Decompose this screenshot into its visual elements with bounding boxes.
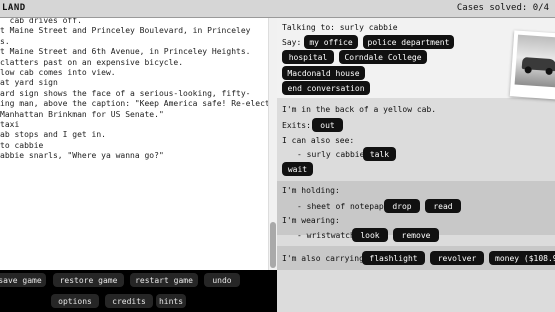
transcript-line: ab stops and I get in. — [0, 130, 106, 140]
cases-solved-counter: Cases solved: 0/4 — [456, 3, 549, 13]
conversation-panel: Talking to: surly cabbie Say: my office … — [277, 18, 555, 100]
wait-button[interactable]: wait — [282, 162, 313, 176]
talking-to-label: Talking to: surly cabbie — [282, 23, 398, 32]
undo-button[interactable]: undo — [204, 273, 240, 287]
transcript-line: ing man, above the caption: "Keep Americ… — [0, 99, 268, 109]
restore-game-button[interactable]: restore game — [53, 273, 124, 287]
game-menu-bar: save game restore game restart game undo… — [0, 270, 277, 312]
talk-button[interactable]: talk — [363, 147, 396, 161]
transcript-line: at yard sign — [0, 78, 58, 88]
read-button[interactable]: read — [425, 199, 461, 213]
game-title: LAND — [2, 3, 26, 13]
can-see-label: I can also see: — [282, 136, 355, 145]
cab-photo — [509, 30, 555, 100]
topic-police-department-button[interactable]: police department — [363, 35, 454, 49]
transcript-line: low cab comes into view. — [0, 68, 116, 78]
carried-item-flashlight[interactable]: flashlight — [362, 251, 425, 265]
credits-button[interactable]: credits — [105, 294, 153, 308]
carried-item-money[interactable]: money ($108.90) — [489, 251, 555, 265]
carrying-label: I'm also carrying: — [282, 254, 369, 263]
hints-button[interactable]: hints — [156, 294, 186, 308]
holding-label: I'm holding: — [282, 186, 340, 195]
worn-item: - wristwatch — [297, 231, 355, 240]
topic-hospital-button[interactable]: hospital — [282, 50, 334, 64]
end-conversation-button[interactable]: end conversation — [282, 81, 370, 95]
topic-macdonald-house-button[interactable]: Macdonald house — [282, 66, 365, 80]
visible-character: - surly cabbie — [297, 150, 365, 159]
remove-button[interactable]: remove — [393, 228, 439, 242]
save-game-button[interactable]: save game — [0, 273, 46, 287]
say-label: Say: — [282, 38, 302, 47]
story-transcript: cab drives off. t Maine Street and Princ… — [0, 18, 268, 270]
exits-label: Exits: — [282, 121, 311, 130]
options-button[interactable]: options — [51, 294, 99, 308]
transcript-line: ard sign shows the face of a serious-loo… — [0, 88, 251, 98]
transcript-scrollbar[interactable] — [268, 18, 277, 270]
location-description: I'm in the back of a yellow cab. — [282, 105, 437, 114]
held-item: - sheet of notepaper — [297, 202, 394, 211]
topic-corndale-college-button[interactable]: Corndale College — [339, 50, 427, 64]
transcript-line: to cabbie — [0, 140, 44, 150]
title-bar: LAND Cases solved: 0/4 — [0, 0, 555, 18]
transcript-line: cab drives off. — [0, 18, 82, 25]
transcript-line: t Maine Street and Princeley Boulevard, … — [0, 26, 251, 36]
status-panel: Talking to: surly cabbie Say: my office … — [277, 18, 555, 312]
transcript-line: abbie snarls, "Where ya wanna go?" — [0, 151, 164, 161]
look-button[interactable]: look — [352, 228, 388, 242]
scrollbar-thumb[interactable] — [270, 222, 276, 268]
transcript-line: t Maine Street and 6th Avenue, in Prince… — [0, 47, 251, 57]
transcript-line: clatters past on an expensive bicycle. — [0, 57, 184, 67]
carried-item-revolver[interactable]: revolver — [430, 251, 484, 265]
wearing-label: I'm wearing: — [282, 216, 340, 225]
topic-my-office-button[interactable]: my office — [304, 35, 358, 49]
exit-out-button[interactable]: out — [312, 118, 343, 132]
restart-game-button[interactable]: restart game — [130, 273, 198, 287]
vintage-car-image — [514, 34, 555, 88]
transcript-line: s. — [0, 36, 10, 46]
transcript-line: Manhattan Brinkman for US Senate." — [0, 109, 164, 119]
transcript-line: taxi — [0, 120, 20, 130]
drop-button[interactable]: drop — [384, 199, 420, 213]
